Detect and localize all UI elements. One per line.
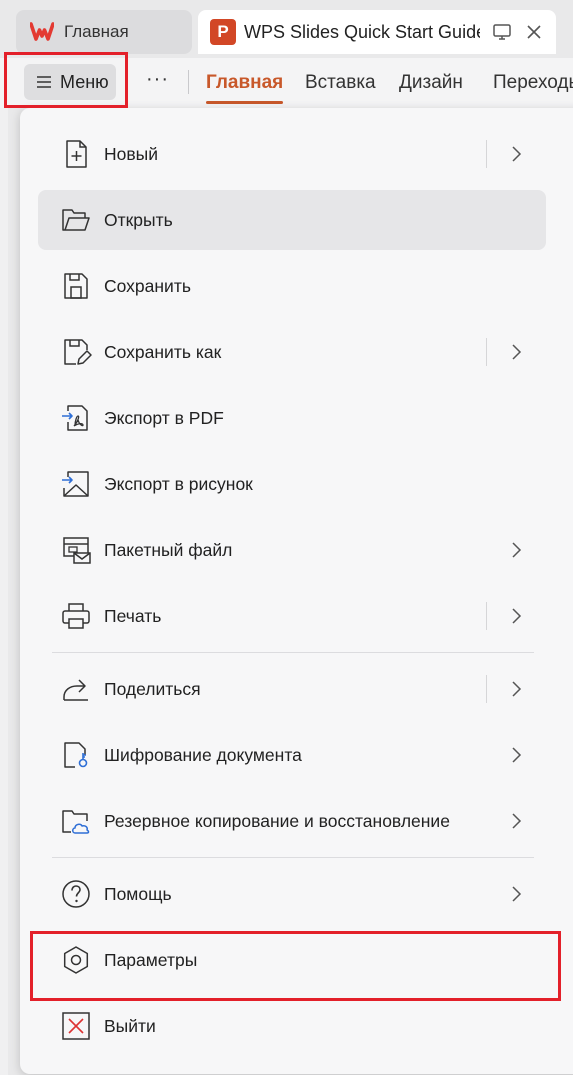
monitor-icon[interactable] bbox=[492, 22, 512, 42]
ribbon-tab-insert[interactable]: Вставка bbox=[305, 72, 376, 94]
menu-item-print[interactable]: Печать bbox=[38, 586, 546, 646]
chevron-right-icon[interactable] bbox=[506, 606, 526, 626]
chevron-right-icon[interactable] bbox=[506, 342, 526, 362]
chevron-right-icon[interactable] bbox=[506, 540, 526, 560]
save-icon bbox=[64, 273, 88, 299]
menu-button[interactable]: Меню bbox=[24, 64, 116, 100]
file-menu-panel: Новый Открыть Сохранить Сохранить как Эк… bbox=[20, 108, 573, 1074]
ribbon-tab-design[interactable]: Дизайн bbox=[399, 72, 463, 94]
menu-item-exit[interactable]: Выйти bbox=[38, 996, 546, 1056]
split-separator bbox=[486, 602, 487, 630]
ribbon-separator bbox=[188, 70, 189, 94]
chevron-right-icon[interactable] bbox=[506, 745, 526, 765]
hamburger-icon bbox=[37, 76, 51, 88]
help-icon bbox=[62, 880, 90, 908]
split-separator bbox=[486, 675, 487, 703]
chevron-right-icon[interactable] bbox=[506, 811, 526, 831]
menu-button-label: Меню bbox=[60, 71, 109, 92]
tab-document[interactable]: P WPS Slides Quick Start Guide.p bbox=[198, 10, 556, 54]
menu-item-save[interactable]: Сохранить bbox=[38, 256, 546, 316]
menu-divider bbox=[52, 652, 534, 653]
encrypt-document-icon bbox=[64, 742, 88, 768]
tab-home-label: Главная bbox=[64, 22, 129, 41]
export-pdf-icon bbox=[62, 405, 88, 431]
menu-item-export-pdf[interactable]: Экспорт в PDF bbox=[38, 388, 546, 448]
background-slide-strip bbox=[0, 108, 8, 1075]
menu-item-label: Печать bbox=[104, 605, 162, 626]
menu-item-save-as[interactable]: Сохранить как bbox=[38, 322, 546, 382]
menu-item-new[interactable]: Новый bbox=[38, 124, 546, 184]
batch-file-icon bbox=[63, 537, 91, 564]
menu-item-label: Резервное копирование и восстановление bbox=[104, 810, 450, 831]
split-separator bbox=[486, 338, 487, 366]
more-options-button[interactable]: ··· bbox=[146, 68, 169, 91]
menu-item-label: Поделиться bbox=[104, 678, 201, 699]
ribbon-tab-transitions[interactable]: Переходы bbox=[493, 72, 573, 94]
menu-item-export-image[interactable]: Экспорт в рисунок bbox=[38, 454, 546, 514]
menu-item-label: Экспорт в PDF bbox=[104, 407, 224, 428]
folder-open-icon bbox=[62, 209, 90, 231]
ribbon-tabs: Меню ··· Главная Вставка Дизайн Переходы bbox=[0, 58, 573, 108]
tab-home[interactable]: Главная bbox=[16, 10, 192, 54]
menu-item-share[interactable]: Поделиться bbox=[38, 659, 546, 719]
menu-item-label: Шифрование документа bbox=[104, 744, 302, 765]
menu-item-label: Помощь bbox=[104, 883, 172, 904]
menu-item-label: Выйти bbox=[104, 1015, 156, 1036]
menu-item-label: Сохранить как bbox=[104, 341, 222, 362]
menu-item-label: Пакетный файл bbox=[104, 539, 233, 560]
share-icon bbox=[63, 679, 88, 701]
menu-item-encrypt-document[interactable]: Шифрование документа bbox=[38, 725, 546, 785]
menu-item-settings[interactable]: Параметры bbox=[38, 930, 546, 990]
menu-item-backup-restore[interactable]: Резервное копирование и восстановление bbox=[38, 791, 546, 851]
menu-item-batch-file[interactable]: Пакетный файл bbox=[38, 520, 546, 580]
chevron-right-icon[interactable] bbox=[506, 679, 526, 699]
menu-item-open[interactable]: Открыть bbox=[38, 190, 546, 250]
menu-item-label: Параметры bbox=[104, 949, 198, 970]
save-as-icon bbox=[64, 339, 92, 365]
menu-divider bbox=[52, 857, 534, 858]
menu-item-help[interactable]: Помощь bbox=[38, 864, 546, 924]
exit-icon bbox=[62, 1012, 90, 1040]
backup-restore-icon bbox=[62, 810, 90, 834]
chevron-right-icon[interactable] bbox=[506, 144, 526, 164]
menu-item-label: Экспорт в рисунок bbox=[104, 473, 253, 494]
new-file-icon bbox=[66, 140, 87, 168]
ribbon-tab-home[interactable]: Главная bbox=[206, 72, 284, 104]
wps-logo-icon bbox=[30, 21, 54, 43]
presentation-file-icon: P bbox=[210, 19, 236, 45]
close-icon[interactable] bbox=[524, 22, 544, 42]
tab-bar: Главная P WPS Slides Quick Start Guide.p bbox=[0, 0, 573, 58]
menu-item-label: Сохранить bbox=[104, 275, 191, 296]
chevron-right-icon[interactable] bbox=[506, 884, 526, 904]
tab-document-label: WPS Slides Quick Start Guide.p bbox=[244, 21, 480, 42]
export-image-icon bbox=[62, 471, 89, 497]
settings-icon bbox=[63, 946, 89, 974]
split-separator bbox=[486, 140, 487, 168]
print-icon bbox=[62, 603, 90, 629]
menu-item-label: Новый bbox=[104, 143, 159, 164]
menu-item-label: Открыть bbox=[104, 209, 173, 230]
